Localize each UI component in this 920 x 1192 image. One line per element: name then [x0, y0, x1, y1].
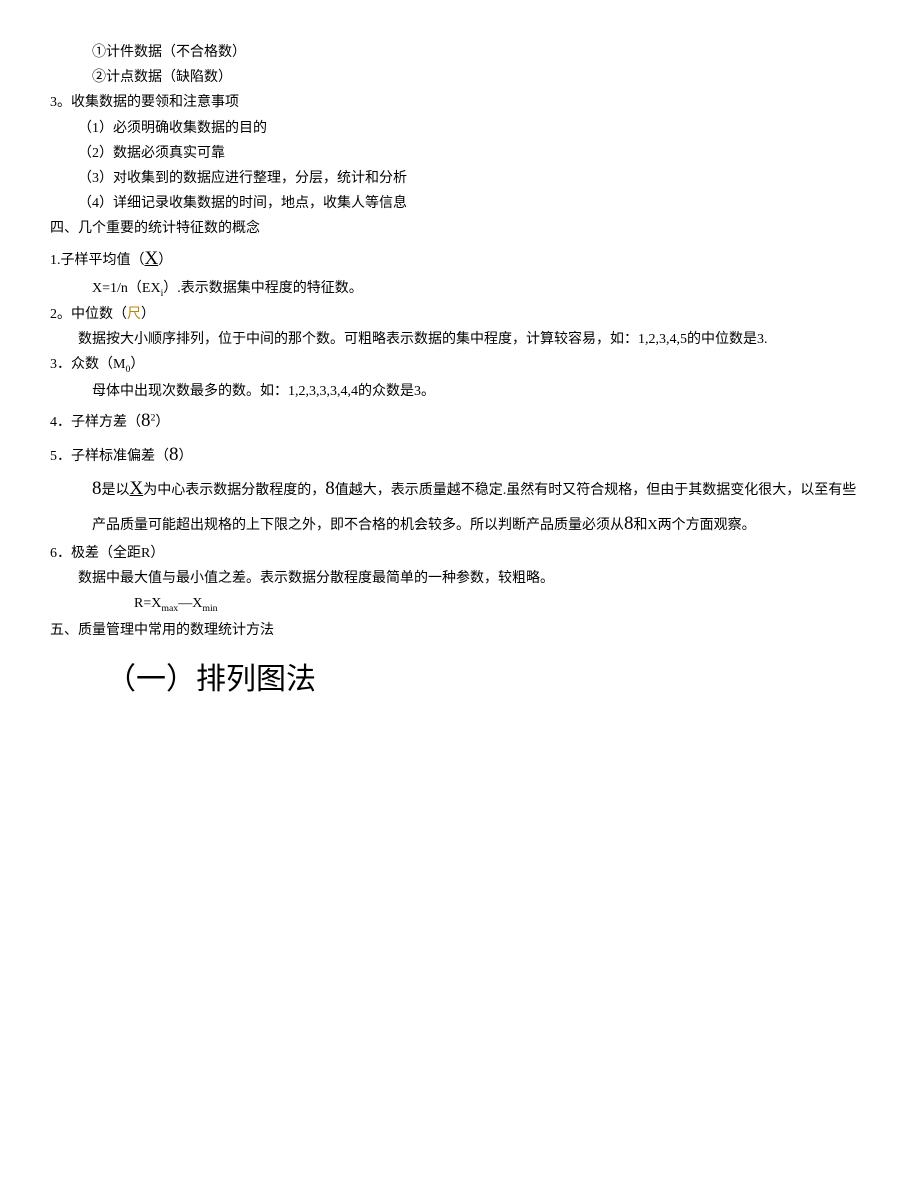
symbol-x-bar: X — [130, 478, 144, 499]
subscript: max — [161, 603, 178, 614]
text-fragment: 3．众数（M — [50, 357, 125, 372]
text-fragment: ）.表示数据集中程度的特征数。 — [163, 281, 363, 296]
text-line: 3。收集数据的要领和注意事项 — [50, 90, 870, 115]
section-heading: 四、几个重要的统计特征数的概念 — [50, 216, 870, 241]
subscript: min — [202, 603, 217, 614]
text-fragment: —X — [178, 596, 202, 611]
text-fragment: ） — [141, 307, 155, 322]
text-paragraph: 数据按大小顺序排列，位于中间的那个数。可粗略表示数据的集中程度，计算较容易，如：… — [50, 327, 870, 352]
text-fragment: ） — [130, 357, 144, 372]
symbol-s: 8 — [169, 444, 179, 465]
text-fragment: 2。中位数（ — [50, 307, 127, 322]
symbol-s: 8 — [141, 410, 151, 431]
text-fragment: 5．子样标准偏差（ — [50, 449, 169, 464]
formula-line: X=1/n（EXi）.表示数据集中程度的特征数。 — [50, 276, 870, 302]
symbol-s: 8 — [624, 513, 634, 534]
text-line: （2）数据必须真实可靠 — [50, 141, 870, 166]
section-heading: 五、质量管理中常用的数理统计方法 — [50, 618, 870, 643]
text-line: 母体中出现次数最多的数。如：1,2,3,3,3,4,4的众数是3。 — [50, 379, 870, 404]
text-fragment: ） — [158, 253, 172, 268]
text-line: 2。中位数（尺） — [50, 302, 870, 327]
symbol-s: 8 — [325, 478, 335, 499]
text-fragment: ） — [179, 449, 193, 464]
document-body: ①计件数据（不合格数） ②计点数据（缺陷数） 3。收集数据的要领和注意事项 （1… — [50, 40, 870, 707]
text-line: 数据中最大值与最小值之差。表示数据分散程度最简单的一种参数，较粗略。 — [50, 566, 870, 591]
text-line: （4）详细记录收集数据的时间，地点，收集人等信息 — [50, 191, 870, 216]
text-line: 3．众数（M0） — [50, 352, 870, 378]
text-fragment: 1.子样平均值（ — [50, 253, 145, 268]
main-heading: （一）排列图法 — [50, 653, 870, 707]
text-fragment: 和X两个方面观察。 — [634, 518, 756, 533]
text-fragment: X=1/n（EX — [92, 281, 161, 296]
text-fragment: 4．子样方差（ — [50, 415, 141, 430]
text-fragment: 为中心表示数据分散程度的， — [143, 483, 325, 498]
text-line: 4．子样方差（82） — [50, 404, 870, 438]
symbol-median: 尺 — [127, 307, 141, 322]
text-line: 6．极差（全距R） — [50, 541, 870, 566]
text-line: （1）必须明确收集数据的目的 — [50, 116, 870, 141]
text-fragment: R=X — [134, 596, 161, 611]
text-fragment: ） — [155, 415, 169, 430]
symbol-x-bar: X — [145, 248, 159, 269]
text-fragment: 是以 — [102, 483, 130, 498]
text-line: （3）对收集到的数据应进行整理，分层，统计和分析 — [50, 166, 870, 191]
text-line: ②计点数据（缺陷数） — [50, 65, 870, 90]
text-paragraph: 8是以X为中心表示数据分散程度的，8值越大，表示质量越不稳定.虽然有时又符合规格… — [50, 472, 870, 540]
symbol-s: 8 — [92, 478, 102, 499]
text-line: ①计件数据（不合格数） — [50, 40, 870, 65]
text-line: 1.子样平均值（X） — [50, 242, 870, 276]
formula-line: R=Xmax—Xmin — [50, 591, 870, 617]
text-line: 5．子样标准偏差（8） — [50, 438, 870, 472]
